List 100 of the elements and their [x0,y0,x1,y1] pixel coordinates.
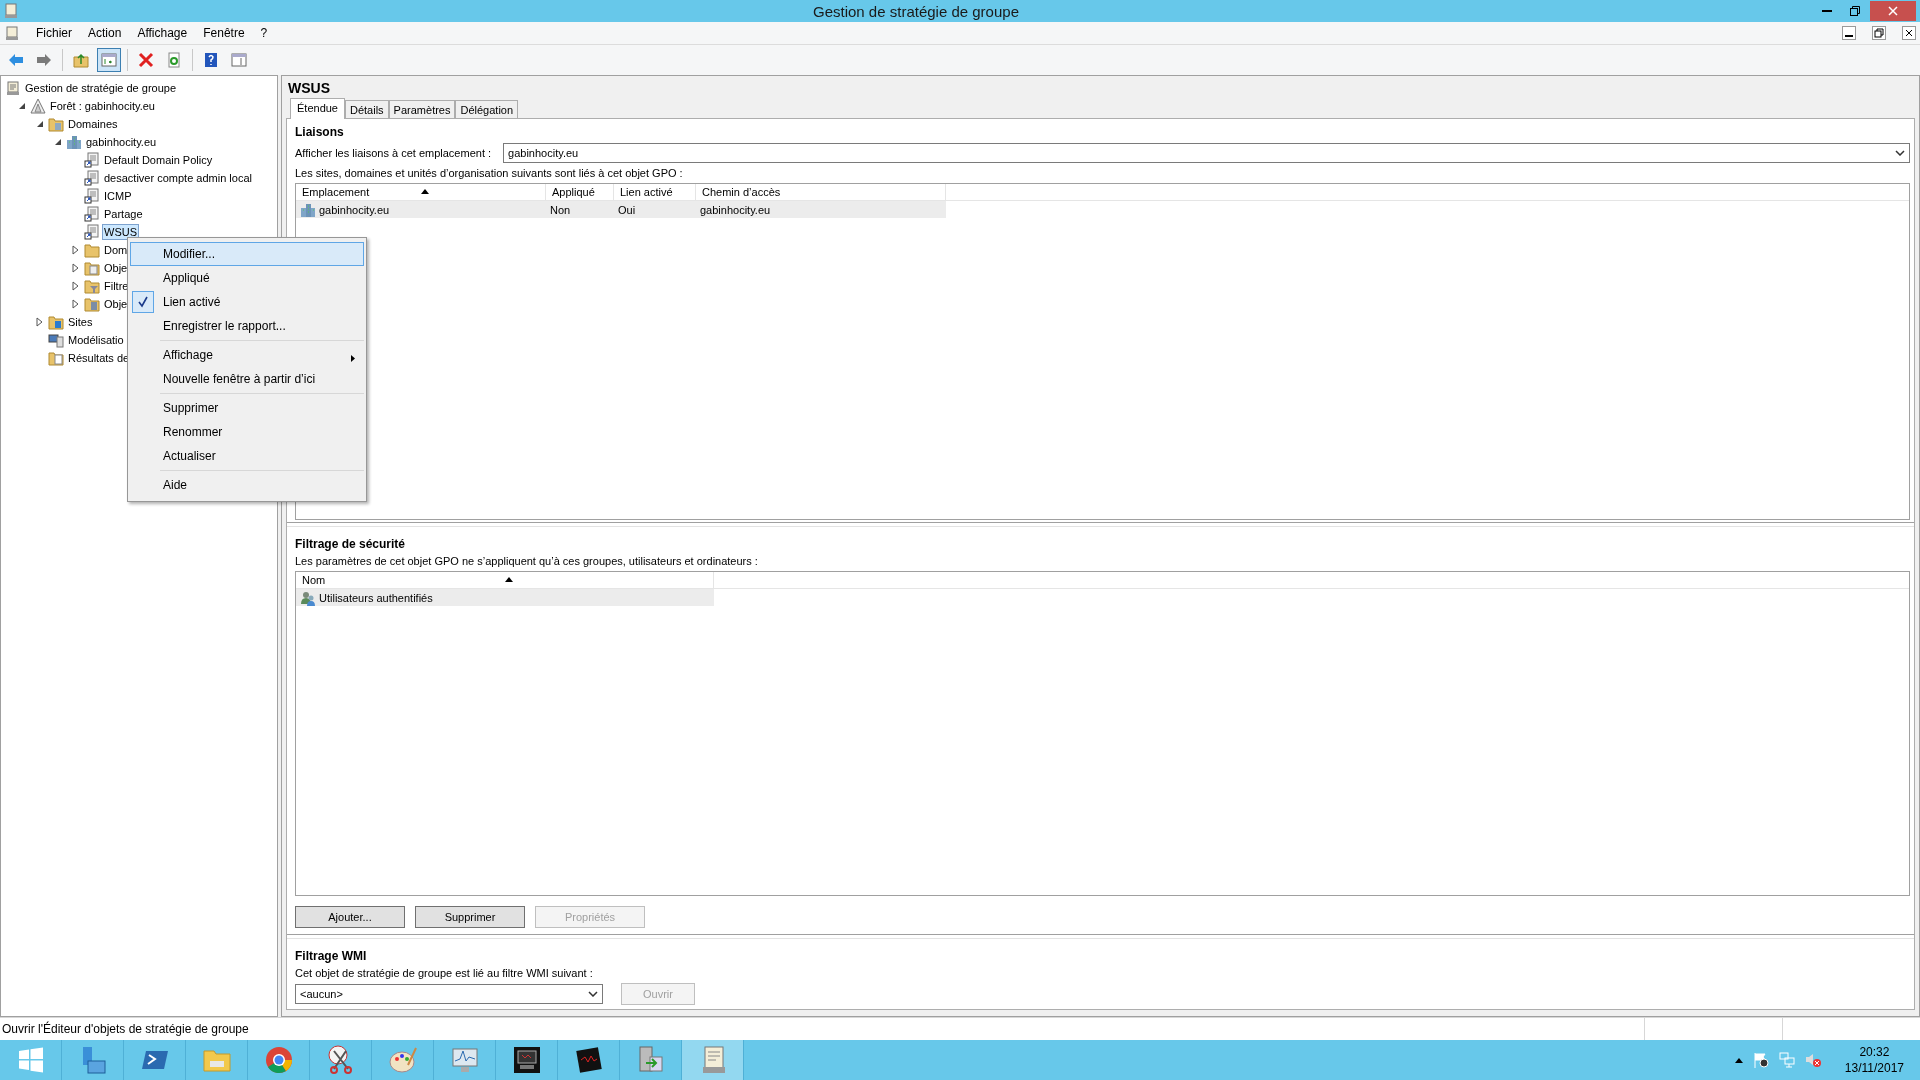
minimize-icon[interactable] [1842,26,1856,40]
table-cell: Utilisateurs authentifiés [319,591,433,604]
table-cell: gabinhocity.eu [700,203,771,216]
folder-icon [48,314,64,330]
browser-icon[interactable] [263,1045,294,1075]
menu-item[interactable]: Action [88,26,122,40]
tree-item[interactable]: Domaines [66,116,120,132]
volume-muted-icon[interactable] [1804,1052,1821,1068]
folder-icon [84,242,100,258]
collapsed-arrow-icon[interactable] [72,299,80,309]
document-shortcut-icon [84,224,100,240]
button[interactable]: Ajouter... [295,906,405,928]
tree-item[interactable]: Obje [102,260,130,276]
menu-item[interactable]: Affichage [137,26,188,40]
tree-item[interactable]: Gestion de stratégie de groupe [23,80,179,96]
expanded-arrow-icon[interactable] [54,138,62,146]
menu-item[interactable]: Lien activé [130,290,364,314]
restore-icon[interactable] [1872,26,1886,40]
scroll-icon [5,80,21,96]
buildings-icon [300,201,316,218]
app-icon [4,3,18,19]
menu-item[interactable]: Enregistrer le rapport... [130,314,364,338]
minimize-icon [1822,10,1832,12]
wmi-filter-dropdown[interactable]: <aucun> [295,984,603,1004]
tree-item[interactable]: Dom [102,242,130,258]
folder-icon [84,296,100,312]
tree-item[interactable]: gabinhocity.eu [84,134,159,150]
description-text: Les sites, domaines et unités d’organisation suivants sont liés à cet objet GPO : [295,167,684,179]
collapsed-arrow-icon[interactable] [36,317,44,327]
column-header[interactable]: Chemin d’accès [696,184,946,200]
column-header[interactable]: Lien activé [614,184,696,200]
clock[interactable]: 20:32 13/11/2017 [1844,1044,1904,1076]
document-shortcut-icon [84,188,100,204]
tree-item[interactable]: Partage [102,206,145,222]
section-title: Liaisons [295,125,345,139]
location-dropdown[interactable]: gabinhocity.eu [503,143,1910,163]
menu-item[interactable]: Fichier [36,26,72,40]
users-icon [300,589,316,606]
tree-item[interactable]: Sites [66,314,95,330]
collapsed-arrow-icon[interactable] [72,245,80,255]
column-header[interactable]: Appliqué [546,184,614,200]
description-text: Cet objet de stratégie de groupe est lié au filtre WMI suivant : [295,967,594,979]
status-text: Ouvrir l'Éditeur d'objets de stratégie de groupe [1,1022,250,1036]
clock-date: 13/11/2017 [1844,1060,1904,1076]
menu-item[interactable]: ? [260,26,268,40]
collapsed-arrow-icon[interactable] [72,281,80,291]
expanded-arrow-icon[interactable] [18,102,26,110]
column-header[interactable]: Nom [296,572,714,588]
document-shortcut-icon [84,170,100,186]
tree-item[interactable]: Forêt : gabinhocity.eu [48,98,157,114]
menu-item[interactable]: Appliqué [130,266,364,290]
folder-icon [48,116,64,132]
column-header[interactable]: Emplacement [296,184,546,200]
tab[interactable]: Détails [345,100,389,119]
table-cell: gabinhocity.eu [319,203,390,216]
tree-item[interactable]: Default Domain Policy [102,152,215,168]
tree-item[interactable]: Obje [102,296,130,312]
chevron-down-icon [1895,150,1905,156]
menu-item[interactable]: Actualiser [130,444,364,468]
expanded-arrow-icon[interactable] [36,120,44,128]
button[interactable]: Supprimer [415,906,525,928]
document-icon [48,350,64,366]
tree-item[interactable]: WSUS [102,224,139,240]
menu-item[interactable]: Fenêtre [203,26,245,40]
menu-item[interactable]: Supprimer [130,396,364,420]
tree-item[interactable]: ICMP [102,188,134,204]
clock-time: 20:32 [1859,1044,1890,1060]
triangle-icon [30,98,46,114]
tab[interactable]: Paramètres [388,100,456,119]
tree-item[interactable]: Modélisatio [66,332,126,348]
table-cell: Non [550,203,571,216]
menu-item[interactable]: Affichage [130,343,364,367]
tab[interactable]: Étendue [290,98,345,119]
monitor-chart-icon[interactable] [449,1045,480,1075]
table-cell: Oui [618,203,636,216]
tab[interactable]: Délégation [455,100,519,119]
document-shortcut-icon [84,152,100,168]
collapsed-arrow-icon[interactable] [72,263,80,273]
menu-item[interactable]: Modifier... [130,242,364,266]
menu-item[interactable]: Aide [130,473,364,497]
monitor-icon[interactable] [511,1045,542,1075]
description-text: Les paramètres de cet objet GPO ne s’appliquent qu’à ces groupes, utilisateurs et ordinateurs : [295,555,759,567]
flag-clock-icon[interactable] [1752,1052,1769,1068]
chevron-up-icon[interactable] [1734,1057,1743,1063]
menu-item[interactable]: Nouvelle fenêtre à partir d’ici [130,367,364,391]
close-icon[interactable] [1902,26,1916,40]
folder-icon [84,260,100,276]
folder-filter-icon [84,278,100,294]
list-row[interactable]: gabinhocity.eu Non Oui gabinhocity.eu [296,201,946,218]
panel-title: WSUS [287,79,331,98]
window-title: Gestion de stratégie de groupe [812,2,1020,20]
computer-icon [48,332,64,348]
menu-item[interactable]: Renommer [130,420,364,444]
tree-item[interactable]: desactiver compte admin local [102,170,254,186]
windows-logo-icon [17,1047,44,1073]
tree-item[interactable]: Filtre [102,278,131,294]
scroll-icon[interactable] [4,25,20,41]
section-title: Filtrage WMI [295,949,368,963]
list-row[interactable]: Utilisateurs authentifiés [296,589,714,606]
palette-icon[interactable] [387,1045,418,1075]
